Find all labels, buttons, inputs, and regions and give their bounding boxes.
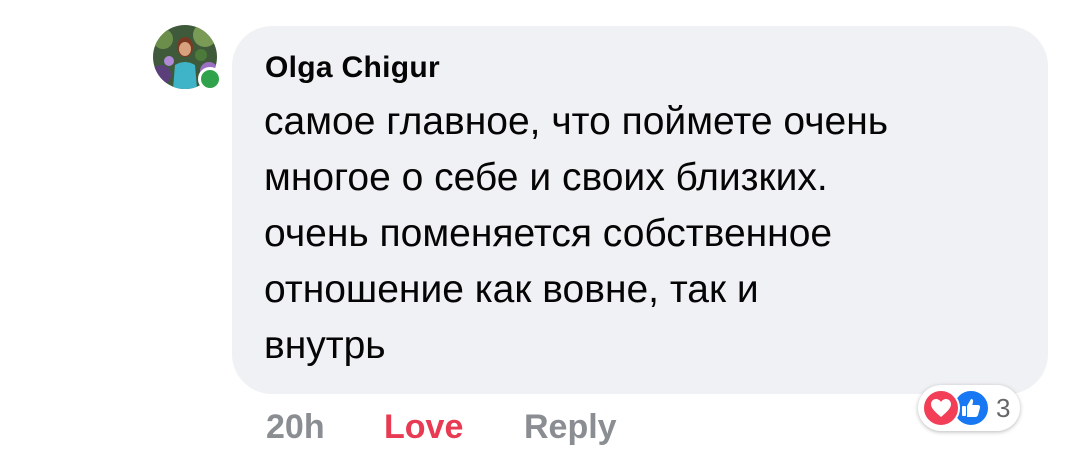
heart-icon [922,389,960,427]
timestamp[interactable]: 20h [266,408,384,447]
reply-button[interactable]: Reply [524,408,617,447]
comment-bubble: Olga Chigur самое главное, что поймете о… [232,26,1048,394]
comment-text: самое главное, что поймете очень многое … [264,100,889,367]
reaction-count: 3 [996,392,1011,423]
comment-container: Olga Chigur самое главное, что поймете о… [0,0,1080,476]
reactions-summary[interactable]: 3 [918,385,1021,431]
comment-actions: 20h Love Reply [266,402,617,452]
online-status-dot [198,67,222,91]
author-name[interactable]: Olga Chigur [265,50,1016,86]
love-button[interactable]: Love [384,408,524,447]
